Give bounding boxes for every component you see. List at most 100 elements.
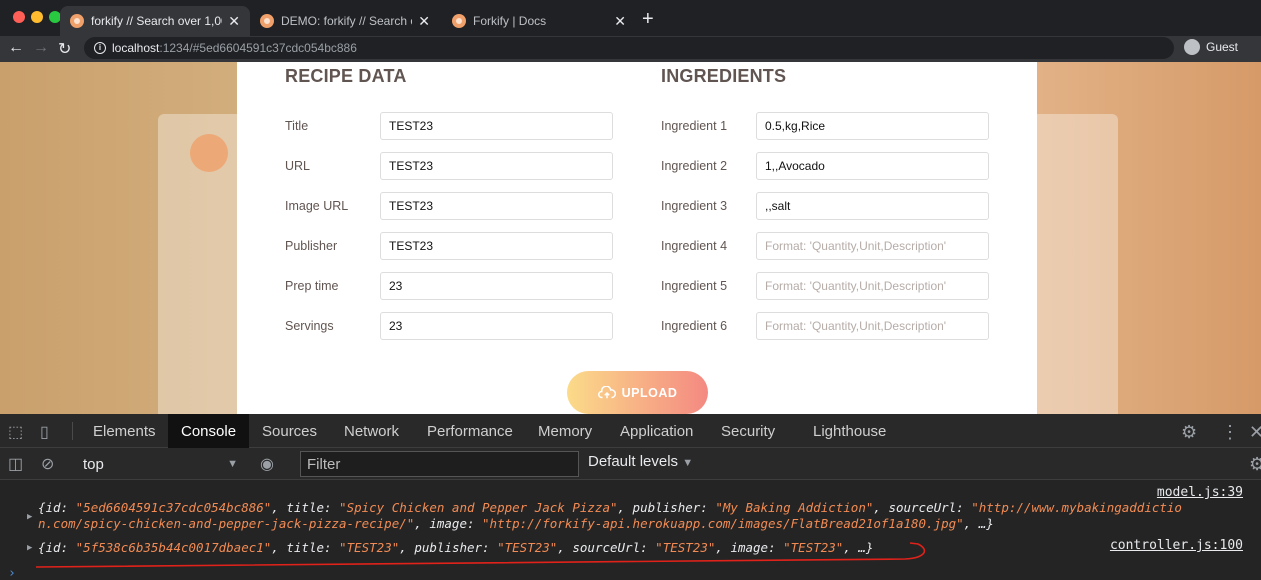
console-toolbar: ◫ ⊘ top ▼ ◉ Filter Default levels ▼ ⚙ xyxy=(0,448,1261,480)
tab-elements[interactable]: Elements xyxy=(80,414,169,448)
form-row: Ingredient 2 1,,Avocado xyxy=(661,152,989,180)
tab-network[interactable]: Network xyxy=(331,414,412,448)
tab-title: DEMO: forkify // Search over 1,000,000 r… xyxy=(281,14,412,28)
forward-arrow-icon[interactable]: → xyxy=(33,39,49,57)
browser-tab[interactable]: DEMO: forkify // Search over 1,000,000 r… xyxy=(250,6,440,36)
levels-label: Default levels xyxy=(588,453,679,470)
field-label: URL xyxy=(285,159,311,173)
forkify-favicon-icon xyxy=(452,14,466,28)
browser-tab[interactable]: forkify // Search over 1,000,000 recipes… xyxy=(60,6,250,36)
ingredient-4-input[interactable]: Format: 'Quantity,Unit,Description' xyxy=(756,232,989,260)
ingredients-heading: INGREDIENTS xyxy=(661,66,787,86)
field-label: Ingredient 5 xyxy=(661,279,728,293)
tab-performance[interactable]: Performance xyxy=(414,414,526,448)
minimize-window-button[interactable] xyxy=(31,11,43,23)
ingredient-2-input[interactable]: 1,,Avocado xyxy=(756,152,989,180)
field-label: Ingredient 3 xyxy=(661,199,728,213)
upload-button[interactable]: UPLOAD xyxy=(567,371,708,414)
settings-gear-icon[interactable]: ⚙ xyxy=(1181,422,1197,443)
forkify-favicon-icon xyxy=(70,14,84,28)
log-levels-dropdown[interactable]: Default levels ▼ xyxy=(588,453,693,470)
context-selector[interactable]: top ▼ xyxy=(78,452,243,476)
form-row: Prep time 23 xyxy=(285,272,613,300)
form-row: Servings 23 xyxy=(285,312,613,340)
more-options-icon[interactable]: ⋮ xyxy=(1221,422,1239,443)
devtools-tab-bar: ⬚ ▯ Elements Console Sources Network Per… xyxy=(0,414,1261,448)
console-output: model.js:39 ▶ {id: "5ed6604591c37cdc054b… xyxy=(0,480,1261,580)
servings-input[interactable]: 23 xyxy=(380,312,613,340)
ingredient-3-input[interactable]: ,,salt xyxy=(756,192,989,220)
close-tab-icon[interactable]: ✕ xyxy=(418,13,430,30)
form-row: Ingredient 4 Format: 'Quantity,Unit,Desc… xyxy=(661,232,989,260)
profile-label: Guest xyxy=(1206,40,1239,54)
field-label: Title xyxy=(285,119,309,133)
ingredient-6-input[interactable]: Format: 'Quantity,Unit,Description' xyxy=(756,312,989,340)
site-info-icon[interactable]: i xyxy=(94,42,106,54)
forkify-favicon-icon xyxy=(260,14,274,28)
form-row: URL TEST23 xyxy=(285,152,613,180)
tab-sources[interactable]: Sources xyxy=(249,414,330,448)
filter-input[interactable]: Filter xyxy=(300,451,579,477)
device-toolbar-icon[interactable]: ▯ xyxy=(40,422,49,442)
back-arrow-icon[interactable]: ← xyxy=(8,39,24,57)
red-underline-annotation xyxy=(35,542,926,568)
close-tab-icon[interactable]: ✕ xyxy=(614,13,626,30)
ingredient-1-input[interactable]: 0.5,kg,Rice xyxy=(756,112,989,140)
tab-console[interactable]: Console xyxy=(168,414,250,448)
field-label: Ingredient 2 xyxy=(661,159,728,173)
url-host: localhost xyxy=(112,41,160,55)
close-devtools-icon[interactable]: ✕ xyxy=(1249,422,1261,443)
upload-recipe-modal: RECIPE DATA INGREDIENTS Title TEST23 URL… xyxy=(237,62,1037,414)
url-path: :1234/#5ed6604591c37cdc054bc886 xyxy=(159,41,357,55)
new-tab-button[interactable]: + xyxy=(642,8,654,31)
tab-memory[interactable]: Memory xyxy=(525,414,605,448)
image-url-input[interactable]: TEST23 xyxy=(380,192,613,220)
form-row: Title TEST23 xyxy=(285,112,613,140)
profile-button[interactable]: Guest xyxy=(1184,39,1238,55)
publisher-input[interactable]: TEST23 xyxy=(380,232,613,260)
browser-tab[interactable]: Forkify | Docs ✕ xyxy=(442,6,636,36)
form-row: Ingredient 5 Format: 'Quantity,Unit,Desc… xyxy=(661,272,989,300)
forkify-logo-icon xyxy=(190,134,228,172)
chevron-down-icon: ▼ xyxy=(227,458,238,470)
tab-title: Forkify | Docs xyxy=(473,14,547,28)
close-window-button[interactable] xyxy=(13,11,25,23)
url-field[interactable]: TEST23 xyxy=(380,152,613,180)
form-row: Ingredient 3 ,,salt xyxy=(661,192,989,220)
field-label: Image URL xyxy=(285,199,349,213)
browser-tab-bar: forkify // Search over 1,000,000 recipes… xyxy=(0,0,1261,36)
devtools-panel: ⬚ ▯ Elements Console Sources Network Per… xyxy=(0,414,1261,580)
form-row: Ingredient 6 Format: 'Quantity,Unit,Desc… xyxy=(661,312,989,340)
field-label: Ingredient 6 xyxy=(661,319,728,333)
recipe-data-heading: RECIPE DATA xyxy=(285,66,407,86)
live-expression-eye-icon[interactable]: ◉ xyxy=(260,454,274,474)
inspect-element-icon[interactable]: ⬚ xyxy=(8,422,23,442)
tab-application[interactable]: Application xyxy=(607,414,706,448)
cloud-upload-icon xyxy=(597,385,616,398)
field-label: Servings xyxy=(285,319,334,333)
page-viewport: RECIPE DATA INGREDIENTS Title TEST23 URL… xyxy=(0,62,1261,414)
context-label: top xyxy=(83,455,104,473)
form-row: Ingredient 1 0.5,kg,Rice xyxy=(661,112,989,140)
prep-time-input[interactable]: 23 xyxy=(380,272,613,300)
tab-security[interactable]: Security xyxy=(708,414,788,448)
close-tab-icon[interactable]: ✕ xyxy=(228,13,240,30)
address-bar: ← → ↻ i localhost:1234/#5ed6604591c37cdc… xyxy=(0,36,1261,62)
url-input[interactable]: i localhost:1234/#5ed6604591c37cdc054bc8… xyxy=(84,37,1174,59)
console-settings-gear-icon[interactable]: ⚙ xyxy=(1249,454,1261,475)
field-label: Ingredient 1 xyxy=(661,119,728,133)
chevron-down-icon: ▼ xyxy=(682,457,694,469)
tab-lighthouse[interactable]: Lighthouse xyxy=(800,414,899,448)
upload-label: UPLOAD xyxy=(621,385,678,400)
field-label: Ingredient 4 xyxy=(661,239,728,253)
ingredient-5-input[interactable]: Format: 'Quantity,Unit,Description' xyxy=(756,272,989,300)
form-row: Image URL TEST23 xyxy=(285,192,613,220)
form-row: Publisher TEST23 xyxy=(285,232,613,260)
divider xyxy=(72,422,73,440)
field-label: Prep time xyxy=(285,279,339,293)
sidebar-toggle-icon[interactable]: ◫ xyxy=(8,454,23,474)
clear-console-icon[interactable]: ⊘ xyxy=(41,454,54,474)
reload-icon[interactable]: ↻ xyxy=(58,39,71,59)
tab-title: forkify // Search over 1,000,000 recipes xyxy=(91,14,222,28)
title-input[interactable]: TEST23 xyxy=(380,112,613,140)
